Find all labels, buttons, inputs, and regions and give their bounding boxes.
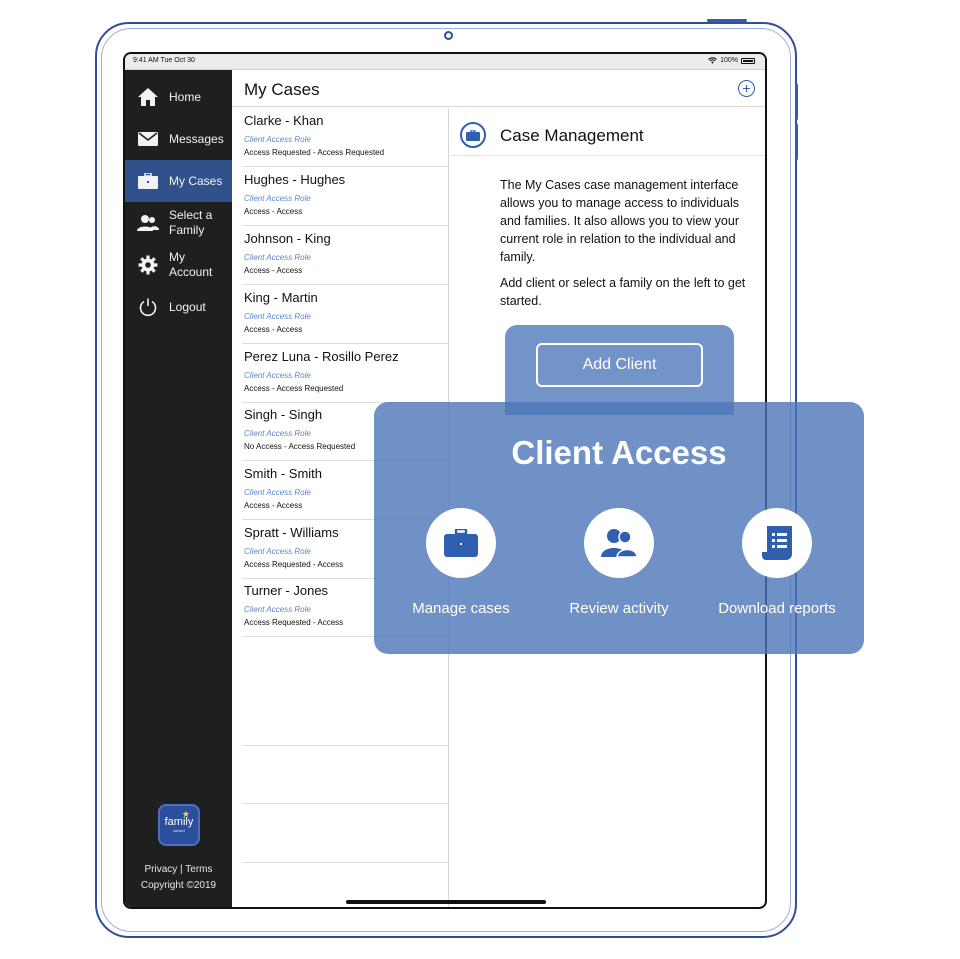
list-divider <box>242 862 449 863</box>
camera-icon <box>444 31 453 40</box>
sidebar: Home Messages My Cases Select a Family M… <box>125 70 232 907</box>
case-status: Access - Access <box>244 207 303 216</box>
case-role: Client Access Role <box>244 605 311 614</box>
status-indicators: 100% <box>708 57 755 64</box>
sidebar-item-logout[interactable]: Logout <box>125 286 232 328</box>
callout-heading: Client Access <box>511 434 727 471</box>
sidebar-item-label: My Cases <box>169 173 223 188</box>
case-status: No Access - Access Requested <box>244 442 356 451</box>
family-wizard-logo: ★ family wizard <box>158 804 200 846</box>
top-button <box>707 19 747 22</box>
case-role: Client Access Role <box>244 312 311 321</box>
case-status: Access Requested - Access <box>244 560 344 569</box>
power-icon <box>137 296 159 318</box>
feature-label: Manage cases <box>412 600 510 617</box>
case-status: Access Requested - Access <box>244 618 344 627</box>
case-status: Access - Access <box>244 501 303 510</box>
logo-subtext: wizard <box>173 828 185 833</box>
detail-title: Case Management <box>500 126 644 145</box>
list-divider <box>242 803 449 804</box>
sidebar-item-my-cases[interactable]: My Cases <box>125 160 232 202</box>
envelope-icon <box>137 128 159 150</box>
page-header: My Cases + <box>232 70 765 107</box>
sidebar-item-my-account[interactable]: My Account <box>125 244 232 286</box>
case-name: Singh - Singh <box>244 407 323 422</box>
briefcase-icon <box>460 122 486 148</box>
star-icon: ★ <box>181 809 190 819</box>
status-bar: 9:41 AM Tue Oct 30 100% <box>125 54 765 70</box>
sidebar-item-home[interactable]: Home <box>125 76 232 118</box>
feature-label: Review activity <box>569 600 669 617</box>
case-role: Client Access Role <box>244 371 311 380</box>
plus-circle-icon[interactable]: + <box>738 80 755 97</box>
page-title: My Cases <box>244 80 320 99</box>
description-paragraph: The My Cases case management interface a… <box>500 178 740 264</box>
case-row[interactable]: Clarke - Khan Client Access Role Access … <box>242 108 449 167</box>
case-row[interactable]: Perez Luna - Rosillo Perez Client Access… <box>242 344 449 403</box>
case-status: Access - Access Requested <box>244 384 344 393</box>
case-role: Client Access Role <box>244 194 311 203</box>
case-status: Access - Access <box>244 266 303 275</box>
case-name: Hughes - Hughes <box>244 172 346 187</box>
case-name: Perez Luna - Rosillo Perez <box>244 349 399 364</box>
case-role: Client Access Role <box>244 253 311 262</box>
feature-review-activity: Review activity <box>539 508 699 617</box>
case-row[interactable]: Johnson - King Client Access Role Access… <box>242 226 449 285</box>
description-paragraph: Add client or select a family on the lef… <box>500 276 746 308</box>
home-icon <box>137 86 159 108</box>
sidebar-item-label: Messages <box>169 131 224 146</box>
status-time: 9:41 AM Tue Oct 30 <box>133 57 195 64</box>
list-divider <box>242 745 449 746</box>
case-role: Client Access Role <box>244 429 311 438</box>
case-name: King - Martin <box>244 290 318 305</box>
people-icon <box>137 212 159 234</box>
case-name: Turner - Jones <box>244 583 329 598</box>
case-name: Johnson - King <box>244 231 331 246</box>
add-client-button[interactable]: Add Client <box>536 343 703 387</box>
sidebar-item-label: Logout <box>169 299 206 314</box>
feature-manage-cases: Manage cases <box>381 508 541 617</box>
battery-percent: 100% <box>720 57 738 64</box>
case-name: Smith - Smith <box>244 466 323 481</box>
briefcase-icon <box>137 170 159 192</box>
sidebar-item-label: Home <box>169 89 202 104</box>
case-status: Access Requested - Access Requested <box>244 148 385 157</box>
report-icon <box>742 508 812 578</box>
footer-links[interactable]: Privacy | Terms <box>125 864 232 875</box>
copyright: Copyright ©2019 <box>140 880 217 891</box>
volume-up-button <box>795 84 798 120</box>
detail-header: Case Management <box>450 108 765 156</box>
feature-download-reports: Download reports <box>697 508 857 617</box>
wifi-icon <box>708 57 717 64</box>
case-role: Client Access Role <box>244 488 311 497</box>
people-icon <box>584 508 654 578</box>
sidebar-item-select-family[interactable]: Select a Family <box>125 202 232 244</box>
battery-icon <box>741 57 755 64</box>
case-status: Access - Access <box>244 325 303 334</box>
sidebar-item-label: My Account <box>169 250 213 279</box>
case-row[interactable]: King - Martin Client Access Role Access … <box>242 285 449 344</box>
case-row[interactable]: Hughes - Hughes Client Access Role Acces… <box>242 167 449 226</box>
feature-label: Download reports <box>718 600 836 617</box>
briefcase-icon <box>426 508 496 578</box>
sidebar-item-label: Select a Family <box>169 208 213 237</box>
case-name: Spratt - Williams <box>244 525 339 540</box>
volume-down-button <box>795 124 798 160</box>
gear-icon <box>137 254 159 276</box>
case-role: Client Access Role <box>244 547 311 556</box>
case-name: Clarke - Khan <box>244 113 324 128</box>
case-role: Client Access Role <box>244 135 311 144</box>
sidebar-item-messages[interactable]: Messages <box>125 118 232 160</box>
home-indicator <box>346 900 546 904</box>
detail-description: The My Cases case management interface a… <box>500 176 758 318</box>
